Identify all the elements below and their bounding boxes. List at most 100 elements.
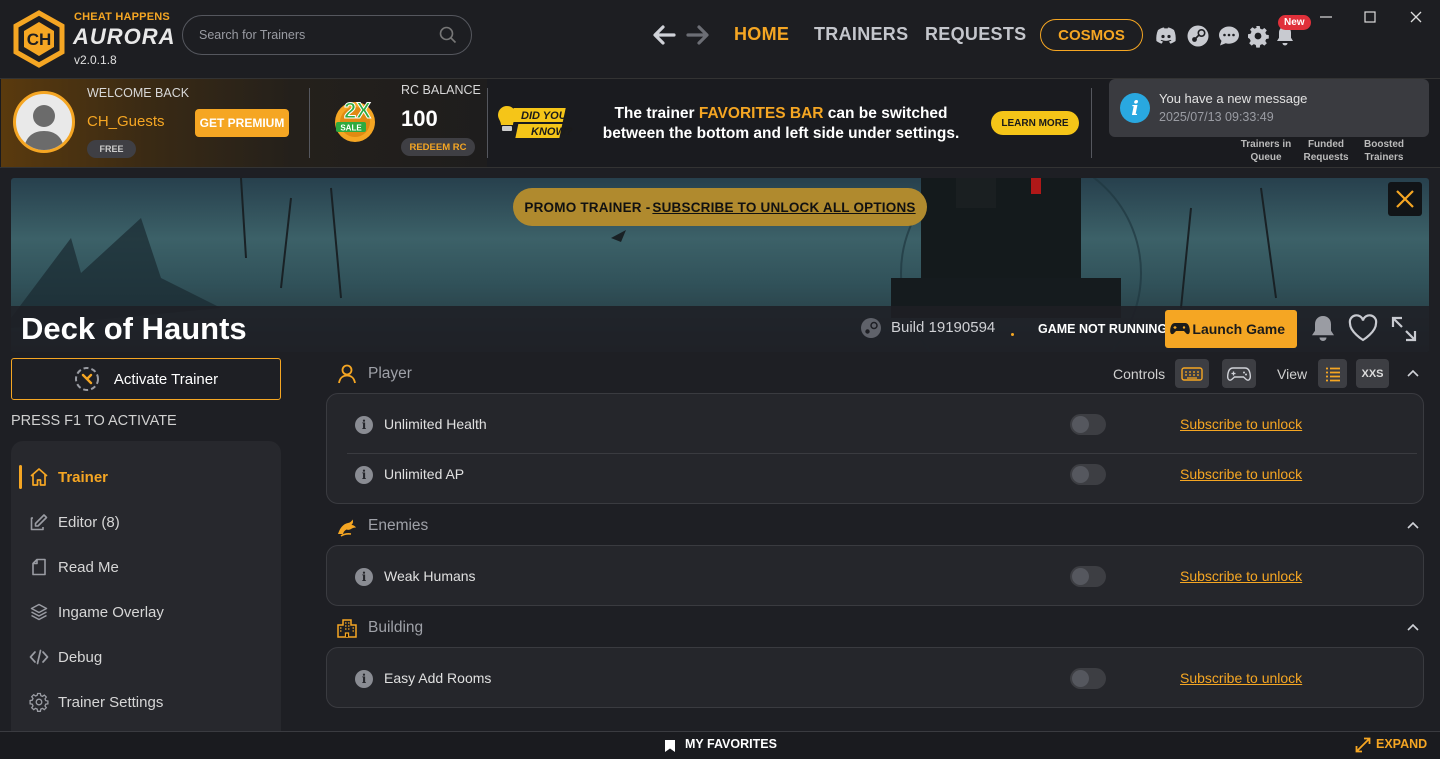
sidebar-item-label: Ingame Overlay	[58, 603, 164, 621]
chat-icon[interactable]	[1217, 24, 1241, 48]
minimize-icon[interactable]	[1318, 9, 1334, 25]
sidebar-item-label: Read Me	[58, 558, 119, 576]
section-header-enemies[interactable]: Enemies	[336, 514, 428, 538]
stat-trainers-in-queue[interactable]: Trainers in Queue	[1237, 138, 1295, 164]
section-header-player[interactable]: Player	[336, 362, 412, 386]
rc-balance-label: RC BALANCE	[401, 83, 481, 97]
tip-pre: The trainer	[614, 105, 699, 122]
promo-pill[interactable]: PROMO TRAINER - SUBSCRIBE TO UNLOCK ALL O…	[513, 188, 927, 226]
gear-icon	[29, 692, 49, 712]
option-toggle[interactable]	[1070, 566, 1106, 587]
did-you-know-badge: DID YOU KNOW?	[498, 106, 573, 138]
option-row[interactable]: i Weak Humans Subscribe to unlock	[327, 552, 1423, 602]
subscribe-to-unlock-link[interactable]: Subscribe to unlock	[1180, 670, 1302, 686]
cosmos-button[interactable]: COSMOS	[1040, 19, 1143, 51]
keyboard-icon	[1181, 366, 1203, 381]
section-header-building[interactable]: Building	[336, 616, 423, 640]
back-arrow-icon[interactable]	[650, 21, 678, 49]
option-name: Unlimited Health	[384, 416, 487, 432]
info-icon[interactable]: i	[355, 416, 373, 434]
view-label: View	[1277, 366, 1308, 382]
section-title: Building	[368, 619, 424, 636]
home-icon	[30, 468, 48, 486]
list-view-button[interactable]	[1318, 359, 1347, 388]
search-icon[interactable]	[439, 26, 457, 44]
sidebar-item-debug[interactable]: Debug	[29, 645, 269, 669]
bell-icon[interactable]	[1307, 313, 1339, 345]
launch-game-button[interactable]: Launch Game	[1165, 310, 1297, 348]
chevron-up-icon[interactable]	[1406, 518, 1420, 532]
code-icon	[29, 649, 49, 665]
subscribe-to-unlock-link[interactable]: Subscribe to unlock	[1180, 568, 1302, 584]
info-icon[interactable]: i	[355, 466, 373, 484]
user-icon	[338, 364, 356, 384]
gamepad-icon	[1170, 323, 1190, 335]
hotkey-hint: PRESS F1 TO ACTIVATE	[11, 413, 177, 429]
notification-message: You have a new message	[1159, 91, 1308, 106]
list-icon	[1325, 367, 1340, 381]
sidebar-item-trainer[interactable]: Trainer	[29, 465, 269, 489]
tip-highlight: FAVORITES BAR	[698, 105, 824, 122]
chevron-up-icon[interactable]	[1406, 620, 1420, 634]
sale-badge[interactable]: 2X SALE	[322, 92, 380, 144]
game-status: GAME NOT RUNNING	[1038, 322, 1168, 336]
search-box[interactable]	[182, 15, 472, 55]
nav-home[interactable]: HOME	[734, 24, 789, 45]
active-indicator	[19, 465, 22, 489]
learn-more-button[interactable]: LEARN MORE	[991, 111, 1079, 135]
stat-funded-requests[interactable]: Funded Requests	[1300, 138, 1352, 164]
option-name: Easy Add Rooms	[384, 670, 492, 686]
search-input[interactable]	[199, 28, 439, 42]
dragon-icon	[338, 519, 356, 537]
option-toggle[interactable]	[1070, 668, 1106, 689]
maximize-icon[interactable]	[1362, 9, 1378, 25]
sidebar-item-editor[interactable]: Editor (8)	[29, 510, 269, 534]
nav-requests[interactable]: REQUESTS	[925, 24, 1026, 45]
subscribe-to-unlock-link[interactable]: Subscribe to unlock	[1180, 466, 1302, 482]
layers-icon	[30, 603, 48, 621]
option-row[interactable]: i Easy Add Rooms Subscribe to unlock	[327, 654, 1423, 704]
expand-icon[interactable]	[1355, 737, 1371, 753]
close-icon[interactable]	[1408, 9, 1424, 25]
info-icon[interactable]: i	[355, 568, 373, 586]
gear-icon[interactable]	[1246, 24, 1270, 48]
option-toggle[interactable]	[1070, 414, 1106, 435]
option-toggle[interactable]	[1070, 464, 1106, 485]
sidebar-item-ingame-overlay[interactable]: Ingame Overlay	[29, 600, 269, 624]
bookmark-icon[interactable]	[664, 739, 676, 753]
rc-balance-value: 100	[401, 106, 438, 131]
keyboard-controls-button[interactable]	[1175, 359, 1209, 388]
option-row[interactable]: i Unlimited Health Subscribe to unlock	[327, 400, 1423, 450]
avatar[interactable]	[13, 91, 75, 153]
forward-arrow-icon[interactable]	[684, 21, 712, 49]
redeem-rc-button[interactable]: REDEEM RC	[401, 138, 475, 156]
notification-toast[interactable]: i You have a new message 2025/07/13 09:3…	[1109, 79, 1429, 137]
heart-icon[interactable]	[1347, 313, 1379, 345]
steam-icon[interactable]	[1186, 24, 1210, 48]
subscribe-to-unlock-link[interactable]: Subscribe to unlock	[1180, 416, 1302, 432]
activate-trainer-button[interactable]: Activate Trainer	[11, 358, 281, 400]
subscribe-link[interactable]: SUBSCRIBE TO UNLOCK ALL OPTIONS	[652, 200, 915, 215]
banner-close-button[interactable]	[1388, 182, 1422, 216]
sidebar-item-read-me[interactable]: Read Me	[29, 555, 269, 579]
xxs-view-button[interactable]: XXS	[1356, 359, 1389, 388]
get-premium-button[interactable]: GET PREMIUM	[195, 109, 289, 137]
gamepad-icon	[1227, 366, 1251, 381]
activate-trainer-label: Activate Trainer	[113, 370, 219, 388]
my-favorites-button[interactable]: MY FAVORITES	[685, 737, 777, 751]
sidebar-item-trainer-settings[interactable]: Trainer Settings	[29, 690, 269, 714]
nav-trainers[interactable]: TRAINERS	[814, 24, 908, 45]
brand-name: AURORA	[73, 24, 176, 49]
option-row[interactable]: i Unlimited AP Subscribe to unlock	[327, 450, 1423, 500]
fullscreen-icon[interactable]	[1388, 313, 1420, 345]
gamepad-controls-button[interactable]	[1222, 359, 1256, 388]
expand-button[interactable]: EXPAND	[1376, 737, 1427, 751]
username[interactable]: CH_Guests	[87, 113, 165, 130]
chevron-up-icon[interactable]	[1406, 366, 1420, 380]
build-number: Build 19190594	[891, 319, 996, 336]
game-title: Deck of Haunts	[21, 311, 247, 346]
info-icon[interactable]: i	[355, 670, 373, 688]
stat-boosted-trainers[interactable]: Boosted Trainers	[1358, 138, 1410, 164]
stat-label: Trainers	[1364, 152, 1404, 163]
discord-icon[interactable]	[1154, 24, 1178, 48]
